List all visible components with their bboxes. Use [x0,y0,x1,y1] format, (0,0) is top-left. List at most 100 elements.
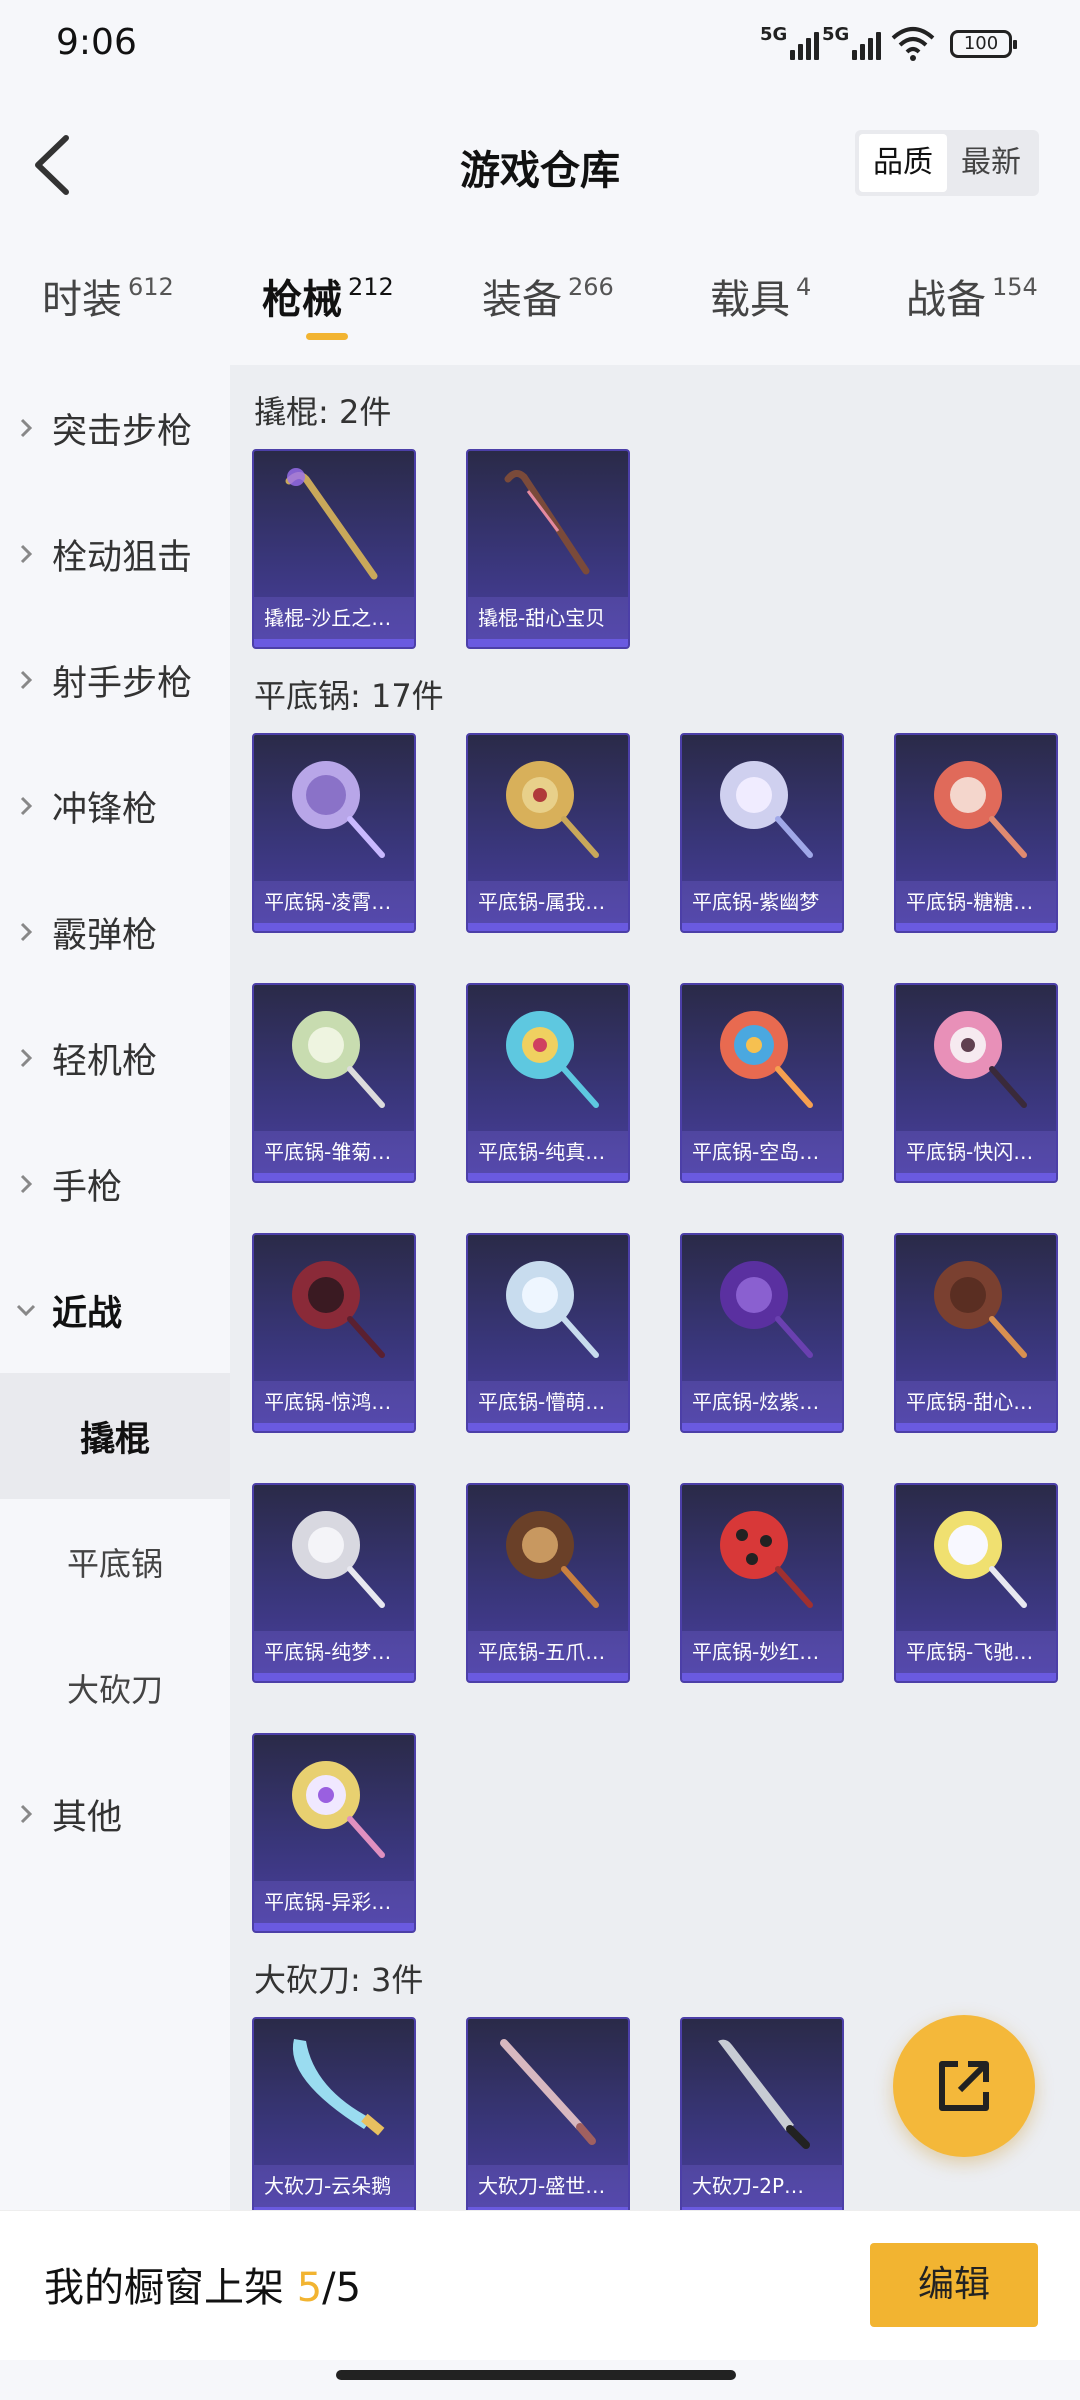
category-tabs: 时装 612 枪械 212 装备 266 载具 4 战备 154 [0,255,1080,345]
tab-fashion[interactable]: 时装 612 [42,267,174,325]
item-name: 平底锅-糖糖… [896,881,1056,923]
pan-icon [720,1511,813,1608]
crowbar-icon [285,468,378,580]
item-name: 平底锅-快闪… [896,1131,1056,1173]
item-name: 平底锅-凌霄… [254,881,414,923]
chevron-right-icon [0,417,52,439]
tab-guns[interactable]: 枪械 212 [262,267,394,325]
signal-icon-2: 5G [822,24,884,60]
sidebar-item-shotgun[interactable]: 霰弹枪 [0,869,230,995]
sort-toggle: 品质 最新 [855,130,1039,196]
sidebar-item-other[interactable]: 其他 [0,1751,230,1877]
item-name: 平底锅-纯真… [468,1131,628,1173]
crowbar-icon [504,470,590,575]
item-name: 撬棍-沙丘之… [254,597,414,639]
tab-vehicles[interactable]: 载具 4 [710,267,811,325]
sidebar-item-melee[interactable]: 近战 [0,1247,230,1373]
showcase-used-count: 5 [296,2265,323,2311]
item-card[interactable]: 平底锅-五爪… [466,1483,630,1683]
item-name: 大砍刀-盛世… [468,2165,628,2207]
section-title-crowbar: 撬棍: 2件 [254,393,392,431]
sidebar: 突击步枪 栓动狙击 射手步枪 冲锋枪 霰弹枪 轻机枪 手枪 近战 撬棍 平底锅 … [0,365,230,2210]
item-card[interactable]: 平底锅-异彩… [252,1733,416,1933]
pan-icon [720,1261,813,1358]
sidebar-subitem-pan[interactable]: 平底锅 [0,1499,230,1625]
item-name: 平底锅-五爪… [468,1631,628,1673]
pan-icon [934,1511,1027,1608]
item-name: 平底锅-飞驰… [896,1631,1056,1673]
pan-icon [934,1011,1027,1108]
item-name: 大砍刀-云朵鹅 [254,2165,414,2207]
item-card[interactable]: 平底锅-凌霄… [252,733,416,933]
sidebar-item-assault-rifle[interactable]: 突击步枪 [0,365,230,491]
pan-icon [720,761,813,858]
wifi-icon [890,24,936,66]
sort-quality-button[interactable]: 品质 [859,134,947,192]
showcase-label: 我的橱窗上架 5/5 [44,2265,362,2311]
item-card[interactable]: 平底锅-属我… [466,733,630,933]
sidebar-item-lmg[interactable]: 轻机枪 [0,995,230,1121]
battery-icon: 100 [950,30,1017,58]
pan-icon [292,1261,385,1358]
item-card[interactable]: 大砍刀-2P… [680,2017,844,2210]
machete-icon [500,2039,596,2145]
showcase-bar: 我的橱窗上架 5/5 编辑 [0,2210,1080,2360]
pan-icon [720,1011,813,1108]
header: 游戏仓库 品质 最新 [0,110,1080,220]
pan-icon [292,1511,385,1608]
sidebar-item-smg[interactable]: 冲锋枪 [0,743,230,869]
item-name: 平底锅-属我… [468,881,628,923]
item-name: 平底锅-甜心… [896,1381,1056,1423]
sidebar-subitem-crowbar[interactable]: 撬棍 [0,1373,230,1499]
chevron-right-icon [0,1173,52,1195]
item-card[interactable]: 平底锅-飞驰… [894,1483,1058,1683]
sort-latest-button[interactable]: 最新 [947,134,1035,192]
item-grid-area: 撬棍: 2件 撬棍-沙丘之… 撬棍-甜心宝贝 平底锅: 17件 平底锅-凌霄… … [230,365,1080,2210]
item-card[interactable]: 平底锅-纯梦… [252,1483,416,1683]
item-name: 大砍刀-2P… [682,2165,842,2207]
section-title-machete: 大砍刀: 3件 [254,1961,424,1999]
item-name: 撬棍-甜心宝贝 [468,597,628,639]
signal-icon-1: 5G [760,24,822,60]
sidebar-item-pistol[interactable]: 手枪 [0,1121,230,1247]
sidebar-item-marksman-rifle[interactable]: 射手步枪 [0,617,230,743]
item-name: 平底锅-空岛… [682,1131,842,1173]
item-card[interactable]: 平底锅-惊鸿… [252,1233,416,1433]
item-name: 平底锅-懵萌… [468,1381,628,1423]
item-card[interactable]: 平底锅-紫幽梦 [680,733,844,933]
pan-icon [506,1261,599,1358]
item-card[interactable]: 大砍刀-云朵鹅 [252,2017,416,2210]
active-tab-indicator [306,333,348,340]
machete-icon [718,2039,810,2149]
pan-icon [292,761,385,858]
home-indicator[interactable] [336,2370,736,2380]
item-card[interactable]: 撬棍-甜心宝贝 [466,449,630,649]
item-card[interactable]: 平底锅-甜心… [894,1233,1058,1433]
pan-icon [934,761,1027,858]
status-time: 9:06 [56,22,137,63]
item-card[interactable]: 平底锅-空岛… [680,983,844,1183]
item-card[interactable]: 平底锅-懵萌… [466,1233,630,1433]
item-card[interactable]: 平底锅-雏菊… [252,983,416,1183]
chevron-right-icon [0,1803,52,1825]
item-card[interactable]: 平底锅-糖糖… [894,733,1058,933]
edit-button[interactable]: 编辑 [870,2243,1038,2327]
chevron-right-icon [0,669,52,691]
share-button[interactable] [893,2015,1035,2157]
sidebar-item-bolt-sniper[interactable]: 栓动狙击 [0,491,230,617]
tab-equipment[interactable]: 装备 266 [482,267,614,325]
chevron-right-icon [0,921,52,943]
item-name: 平底锅-雏菊… [254,1131,414,1173]
item-card[interactable]: 平底锅-妙红… [680,1483,844,1683]
item-card[interactable]: 平底锅-快闪… [894,983,1058,1183]
sidebar-subitem-machete[interactable]: 大砍刀 [0,1625,230,1751]
item-name: 平底锅-炫紫… [682,1381,842,1423]
item-card[interactable]: 平底锅-炫紫… [680,1233,844,1433]
tab-supplies[interactable]: 战备 154 [906,267,1038,325]
chevron-right-icon [0,795,52,817]
status-bar: 9:06 5G 5G 100 [0,0,1080,90]
item-card[interactable]: 撬棍-沙丘之… [252,449,416,649]
item-name: 平底锅-紫幽梦 [682,881,842,923]
item-card[interactable]: 大砍刀-盛世… [466,2017,630,2210]
item-card[interactable]: 平底锅-纯真… [466,983,630,1183]
